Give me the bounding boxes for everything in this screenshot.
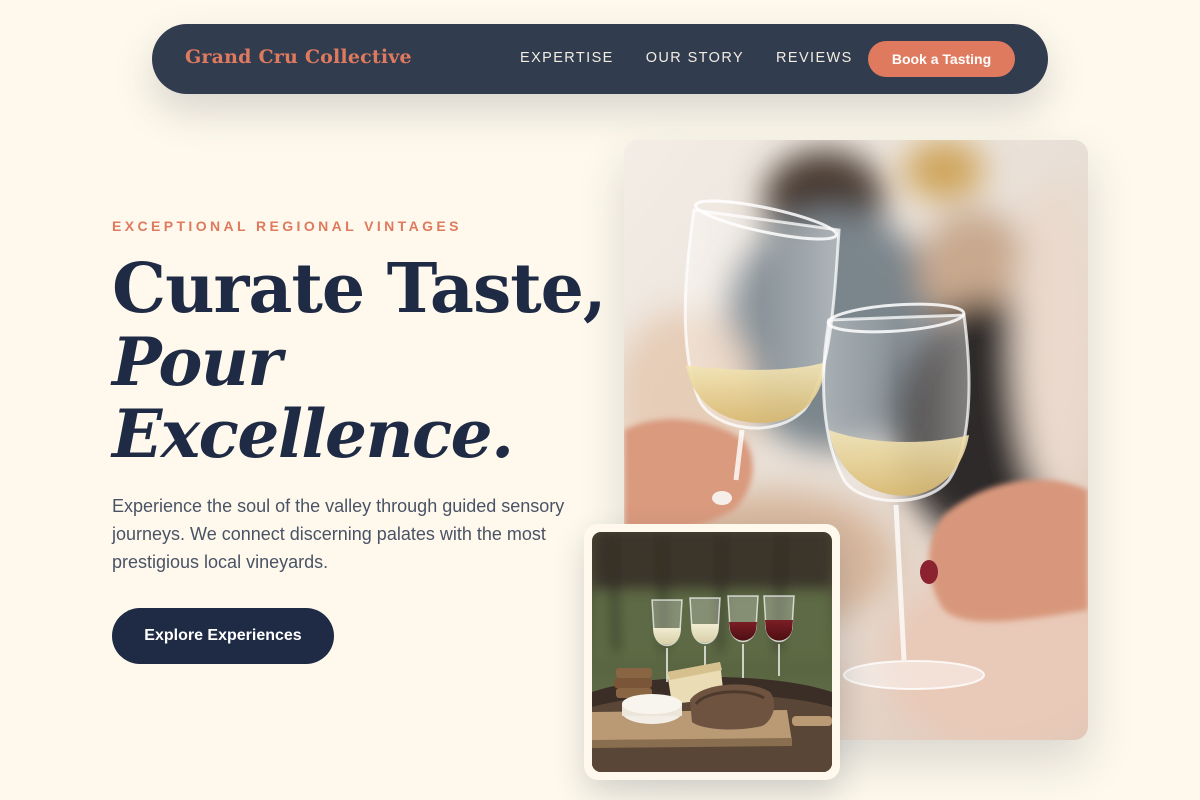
nav-link-expertise[interactable]: EXPERTISE xyxy=(520,50,614,66)
nav-link-reviews[interactable]: REVIEWS xyxy=(776,50,853,66)
wine-flight-cheese-board-photo-icon xyxy=(592,532,832,772)
headline-line-1: Curate Taste, xyxy=(112,249,607,329)
hero-description: Experience the soul of the valley throug… xyxy=(112,496,565,572)
landing-page: Grand Cru Collective EXPERTISE OUR STORY… xyxy=(0,0,1200,800)
hero-eyebrow: EXCEPTIONAL REGIONAL VINTAGES xyxy=(112,218,462,234)
headline-line-2: Pour xyxy=(112,323,282,401)
nav-link-our-story[interactable]: OUR STORY xyxy=(646,50,744,66)
headline-line-3: Excellence. xyxy=(112,395,514,473)
hero-headline: Curate Taste, Pour Excellence. xyxy=(112,249,607,473)
top-navigation-bar: Grand Cru Collective EXPERTISE OUR STORY… xyxy=(152,24,1048,94)
explore-experiences-button[interactable]: Explore Experiences xyxy=(112,608,334,664)
brand-logo[interactable]: Grand Cru Collective xyxy=(185,46,412,68)
inset-photo-card xyxy=(584,524,840,780)
book-tasting-button[interactable]: Book a Tasting xyxy=(868,41,1015,77)
nav-links: EXPERTISE OUR STORY REVIEWS xyxy=(520,50,853,66)
